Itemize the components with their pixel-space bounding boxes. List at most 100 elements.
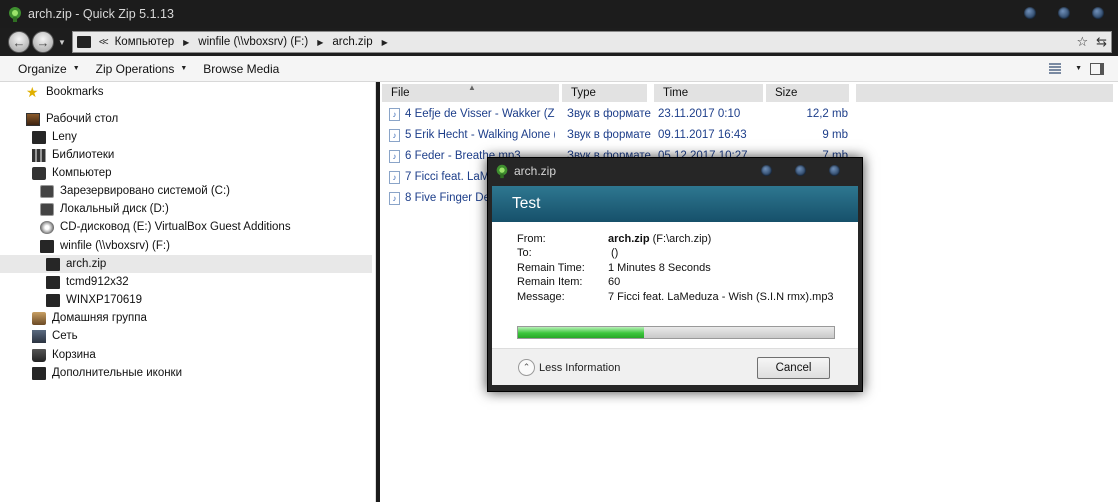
tree-item-recycle-bin[interactable]: Корзина xyxy=(0,346,372,364)
tree-item-homegroup[interactable]: Домашняя группа xyxy=(0,309,372,327)
dialog-close-button[interactable] xyxy=(829,165,840,176)
dialog-body: From: arch.zip (F:\arch.zip) To: () Rema… xyxy=(492,222,858,348)
zip-operations-label: Zip Operations xyxy=(95,61,175,76)
info-row-to: To: () xyxy=(517,247,618,262)
tree-item-leny[interactable]: Leny xyxy=(0,128,372,146)
refresh-icon[interactable]: ⇆ xyxy=(1096,34,1107,50)
breadcrumb[interactable]: << Компьютер ▶ winfile (\\vboxsrv) (F:) … xyxy=(71,31,1112,53)
tree-item-winxp170619[interactable]: WINXP170619 xyxy=(0,291,372,309)
tree-item-label: Корзина xyxy=(52,349,96,361)
tree-item-computer[interactable]: Компьютер xyxy=(0,164,372,182)
dialog-heading: Test xyxy=(492,186,858,222)
from-path: (F:\arch.zip) xyxy=(652,233,712,245)
tree-item-label: winfile (\\vboxsrv) (F:) xyxy=(60,240,170,252)
audio-file-icon: ♪ xyxy=(389,171,400,184)
tree-item-label: Домашняя группа xyxy=(52,312,147,324)
zip-operations-menu[interactable]: Zip Operations ▼ xyxy=(96,62,188,76)
chevron-right-icon[interactable]: ▶ xyxy=(317,38,323,47)
column-header-type[interactable]: Type xyxy=(562,84,648,102)
back-button[interactable]: ← xyxy=(8,31,30,53)
column-header-file[interactable]: File ▲ xyxy=(382,83,560,102)
title-bar: arch.zip - Quick Zip 5.1.13 xyxy=(0,0,1118,28)
column-header-label: File xyxy=(391,87,410,99)
tree-item-label: Дополнительные иконки xyxy=(52,367,183,379)
chevron-right-icon[interactable]: ▶ xyxy=(183,38,189,47)
tree-item-network[interactable]: Сеть xyxy=(0,327,372,345)
window-title: arch.zip - Quick Zip 5.1.13 xyxy=(28,7,174,21)
bookmark-star-icon[interactable]: ☆ xyxy=(1076,34,1088,50)
info-row-from: From: arch.zip (F:\arch.zip) xyxy=(517,233,711,248)
tree-item-bookmarks[interactable]: ★ Bookmarks xyxy=(0,83,372,101)
navigation-tree: ★ Bookmarks Рабочий стол Leny Библиотеки… xyxy=(0,82,376,502)
forward-button[interactable]: → xyxy=(32,31,54,53)
tree-item-label: Сеть xyxy=(52,330,78,342)
info-label: From: xyxy=(517,233,546,245)
tree-item-label: WINXP170619 xyxy=(66,294,143,306)
from-name: arch.zip xyxy=(608,233,650,245)
tree-item-tcmd912x32[interactable]: tcmd912x32 xyxy=(0,273,372,291)
cancel-button[interactable]: Cancel xyxy=(757,357,830,379)
breadcrumb-computer[interactable]: Компьютер xyxy=(115,36,175,48)
info-value: () xyxy=(611,247,619,259)
minimize-button[interactable] xyxy=(1024,7,1036,19)
file-row[interactable]: ♪ 4 Eefje de Visser - Wakker (ZES Звук в… xyxy=(380,104,1118,124)
chevron-right-icon[interactable]: ▶ xyxy=(382,38,388,47)
file-list-header: File ▲ Type Time Size xyxy=(380,83,1118,102)
homegroup-icon xyxy=(32,311,46,325)
less-information-toggle[interactable]: ⌃ Less Information xyxy=(518,359,620,376)
dialog-minimize-button[interactable] xyxy=(761,165,772,176)
tree-item-label: Библиотеки xyxy=(52,149,115,161)
tree-item-libraries[interactable]: Библиотеки xyxy=(0,146,372,164)
tree-item-extra-icons[interactable]: Дополнительные иконки xyxy=(0,364,372,382)
organize-menu[interactable]: Organize ▼ xyxy=(18,62,80,76)
column-header-label: Time xyxy=(663,87,689,99)
tree-item-drive-c[interactable]: Зарезервировано системой (C:) xyxy=(0,182,372,200)
column-header-time[interactable]: Time xyxy=(654,84,764,102)
tree-item-label: CD-дисковод (E:) VirtualBox Guest Additi… xyxy=(60,221,291,233)
breadcrumb-arch-zip[interactable]: arch.zip xyxy=(332,36,372,48)
cd-drive-icon xyxy=(40,220,54,234)
view-mode-icon[interactable] xyxy=(1049,62,1062,75)
breadcrumb-winfile[interactable]: winfile (\\vboxsrv) (F:) xyxy=(198,36,308,48)
sort-up-icon: ▲ xyxy=(468,83,476,92)
double-chevron-icon[interactable]: << xyxy=(99,37,109,48)
column-header-blank xyxy=(856,84,1114,102)
history-dropdown-icon[interactable]: ▼ xyxy=(58,38,66,47)
view-dropdown-icon[interactable]: ▼ xyxy=(1075,65,1082,72)
toolbar: Organize ▼ Zip Operations ▼ Browse Media… xyxy=(0,56,1118,82)
address-bar: ← → ▼ << Компьютер ▶ winfile (\\vboxsrv)… xyxy=(0,28,1118,56)
file-name: 4 Eefje de Visser - Wakker (ZES xyxy=(405,108,555,120)
library-icon xyxy=(32,148,46,162)
browse-media-button[interactable]: Browse Media xyxy=(203,62,279,76)
test-progress-dialog: arch.zip Test From: arch.zip (F:\arch.zi… xyxy=(487,157,863,392)
maximize-button[interactable] xyxy=(1058,7,1070,19)
file-row[interactable]: ♪ 5 Erik Hecht - Walking Alone (M Звук в… xyxy=(380,125,1118,145)
file-time: 09.11.2017 16:43 xyxy=(658,129,747,141)
tree-item-desktop[interactable]: Рабочий стол xyxy=(0,110,372,128)
file-size: 12,2 mb xyxy=(806,108,848,120)
tree-item-drive-d[interactable]: Локальный диск (D:) xyxy=(0,200,372,218)
info-value: 7 Ficci feat. LaMeduza - Wish (S.I.N rmx… xyxy=(608,291,834,303)
quick-zip-app-icon xyxy=(496,164,508,179)
info-label: Message: xyxy=(517,291,565,303)
audio-file-icon: ♪ xyxy=(389,192,400,205)
close-button[interactable] xyxy=(1092,7,1104,19)
recycle-bin-icon xyxy=(32,348,46,362)
tree-item-label: Локальный диск (D:) xyxy=(60,203,169,215)
tree-item-label: Bookmarks xyxy=(46,86,104,98)
column-header-size[interactable]: Size xyxy=(766,84,850,102)
tree-item-drive-e[interactable]: CD-дисковод (E:) VirtualBox Guest Additi… xyxy=(0,218,372,236)
dialog-title-bar[interactable]: arch.zip xyxy=(488,158,862,184)
arrow-left-icon: ← xyxy=(12,34,26,50)
info-label: To: xyxy=(517,247,532,259)
column-header-label: Type xyxy=(571,87,596,99)
dialog-title: arch.zip xyxy=(514,164,557,178)
chevron-down-icon: ▼ xyxy=(72,65,80,72)
audio-file-icon: ♪ xyxy=(389,150,400,163)
tree-item-drive-f[interactable]: winfile (\\vboxsrv) (F:) xyxy=(0,237,372,255)
preview-pane-icon[interactable] xyxy=(1090,62,1104,75)
dialog-maximize-button[interactable] xyxy=(795,165,806,176)
folder-icon xyxy=(46,275,60,289)
tree-item-arch-zip[interactable]: arch.zip xyxy=(0,255,372,273)
info-value: 60 xyxy=(608,276,621,288)
